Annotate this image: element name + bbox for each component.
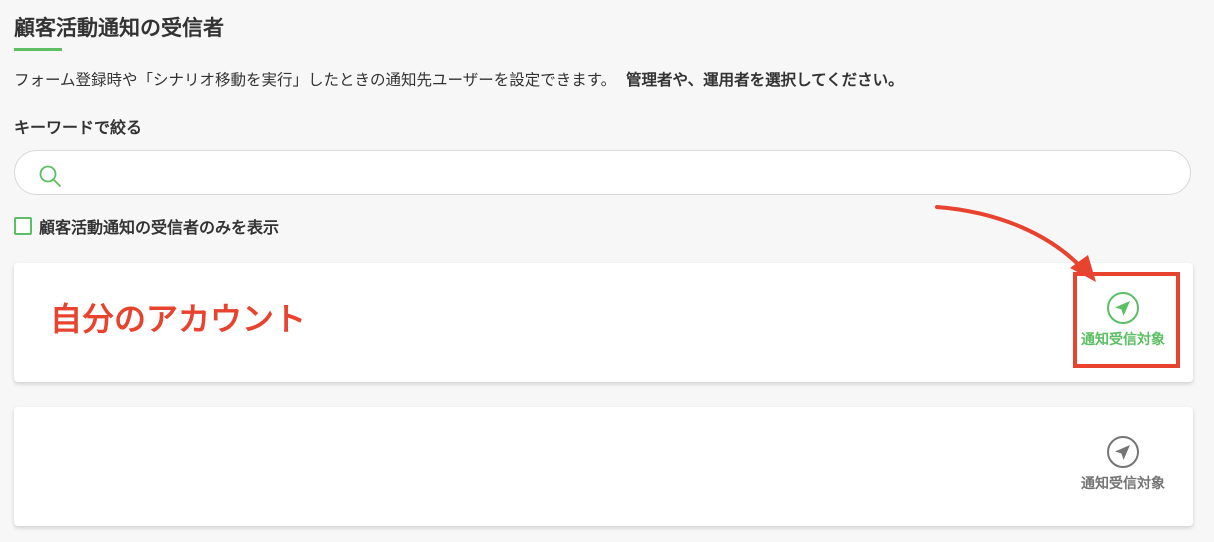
section-title: 顧客活動通知の受信者 bbox=[14, 16, 224, 40]
notify-toggle-off[interactable]: 通知受信対象 bbox=[1070, 435, 1176, 493]
title-underline bbox=[14, 48, 62, 51]
notify-label: 通知受信対象 bbox=[1081, 476, 1165, 492]
description-emphasis: 管理者や、運用者を選択してください。 bbox=[626, 71, 904, 89]
receivers-only-label: 顧客活動通知の受信者のみを表示 bbox=[39, 218, 280, 237]
section-description: フォーム登録時や「シナリオ移動を実行」したときの通知先ユーザーを設定できます。 … bbox=[14, 68, 904, 92]
description-text: フォーム登録時や「シナリオ移動を実行」したときの通知先ユーザーを設定できます。 bbox=[14, 71, 617, 89]
user-card: 自分のアカウント 通知受信対象 bbox=[14, 263, 1193, 382]
search-icon bbox=[39, 165, 61, 187]
user-name: 自分のアカウント bbox=[50, 300, 307, 338]
keyword-filter-label: キーワードで絞る bbox=[14, 118, 143, 137]
receivers-only-filter[interactable]: 顧客活動通知の受信者のみを表示 bbox=[14, 214, 279, 238]
receivers-only-checkbox[interactable] bbox=[14, 217, 32, 235]
user-card: 通知受信対象 bbox=[14, 407, 1193, 526]
search-input[interactable] bbox=[75, 151, 1179, 196]
annotation-highlight-box bbox=[1073, 272, 1180, 368]
search-box[interactable] bbox=[14, 150, 1191, 196]
send-icon bbox=[1107, 436, 1139, 468]
